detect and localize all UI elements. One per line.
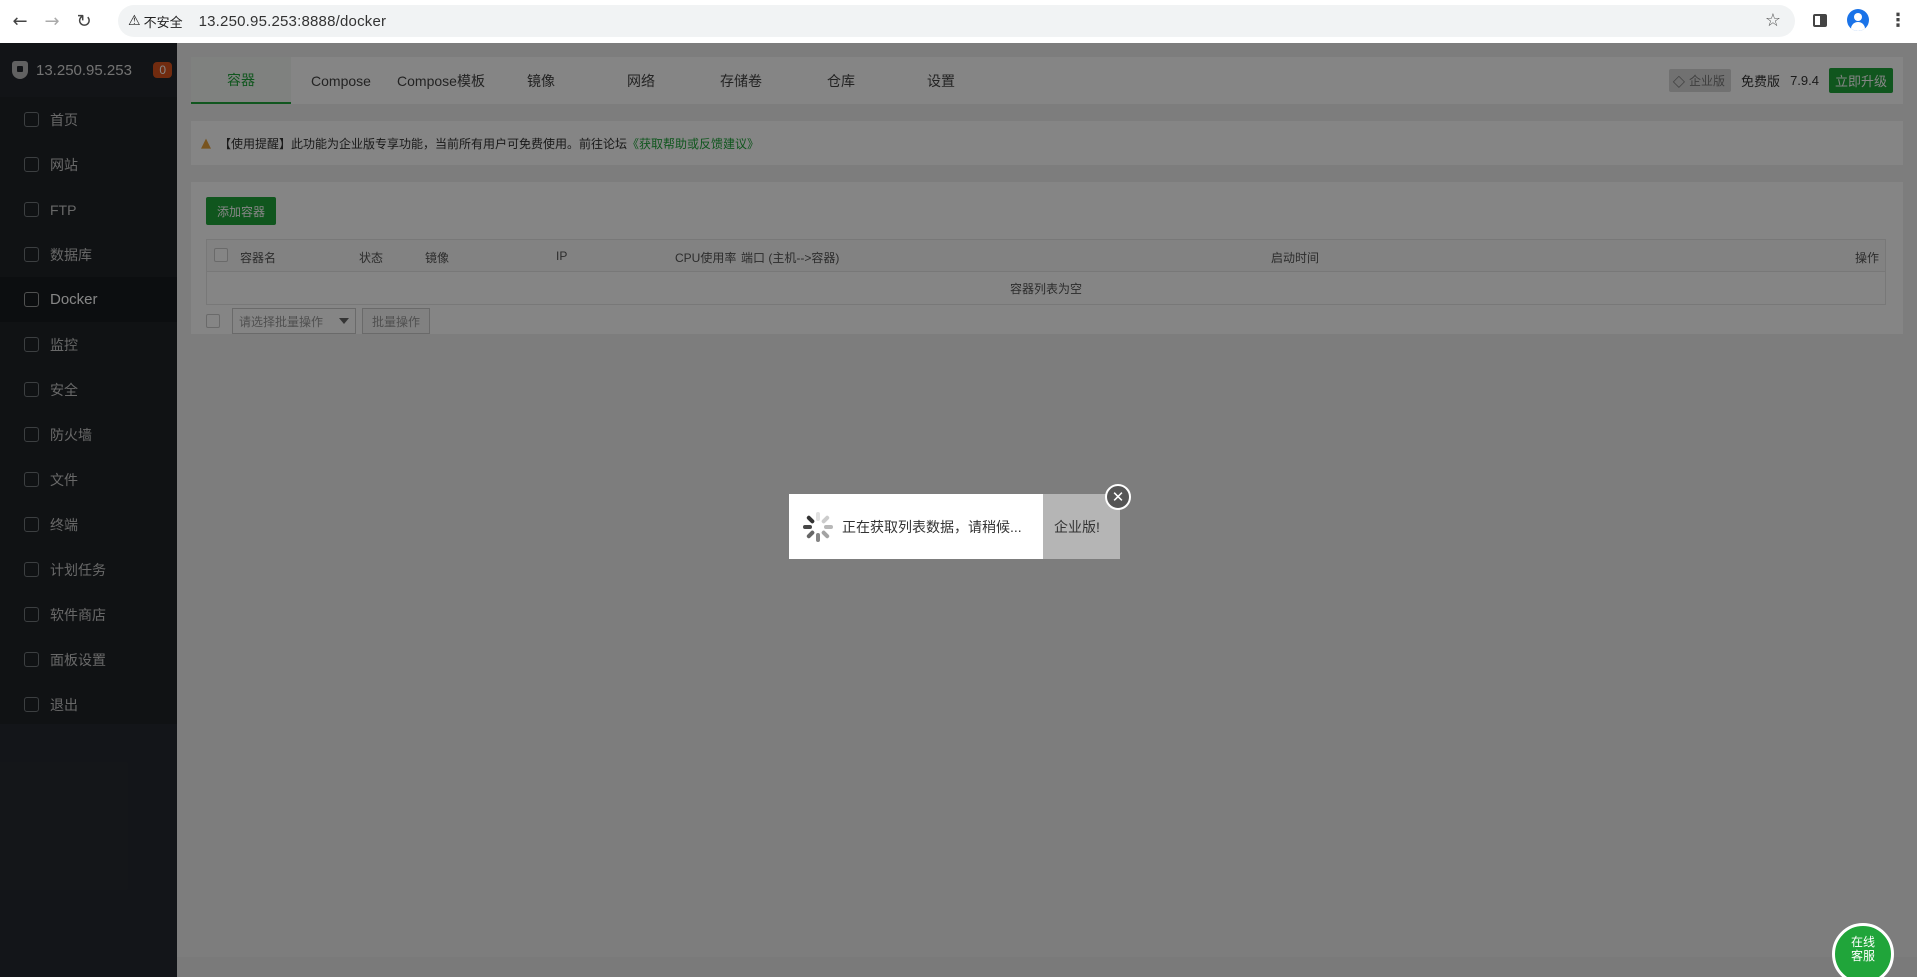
enterprise-dialog-text: 企业版! xyxy=(1054,518,1100,535)
security-chip[interactable]: ⚠ 不安全 xyxy=(128,12,183,31)
browser-menu-icon[interactable]: ⋮ xyxy=(1889,11,1907,29)
reload-icon[interactable]: ↻ xyxy=(72,10,96,34)
close-icon[interactable]: ✕ xyxy=(1105,484,1131,510)
back-arrow-icon[interactable]: ← xyxy=(8,10,32,34)
url-text[interactable]: 13.250.95.253:8888/docker xyxy=(199,13,387,30)
warning-triangle-icon: ⚠ xyxy=(128,13,141,29)
loading-spinner-icon xyxy=(803,511,833,542)
side-panel-icon[interactable] xyxy=(1813,13,1827,27)
bookmark-star-icon[interactable]: ☆ xyxy=(1765,10,1781,31)
loading-text: 正在获取列表数据，请稍候... xyxy=(842,518,1022,535)
address-bar[interactable]: ⚠ 不安全 13.250.95.253:8888/docker ☆ xyxy=(118,5,1795,37)
forward-arrow-icon[interactable]: → xyxy=(40,10,64,34)
browser-toolbar: ← → ↻ ⚠ 不安全 13.250.95.253:8888/docker ☆ … xyxy=(0,0,1917,43)
online-support-label: 在线客服 xyxy=(1850,934,1875,963)
online-support-button[interactable]: 在线客服 xyxy=(1832,923,1894,977)
security-label: 不安全 xyxy=(143,14,183,30)
profile-avatar-icon[interactable] xyxy=(1847,9,1869,31)
loading-dialog: 正在获取列表数据，请稍候... xyxy=(789,494,1043,559)
